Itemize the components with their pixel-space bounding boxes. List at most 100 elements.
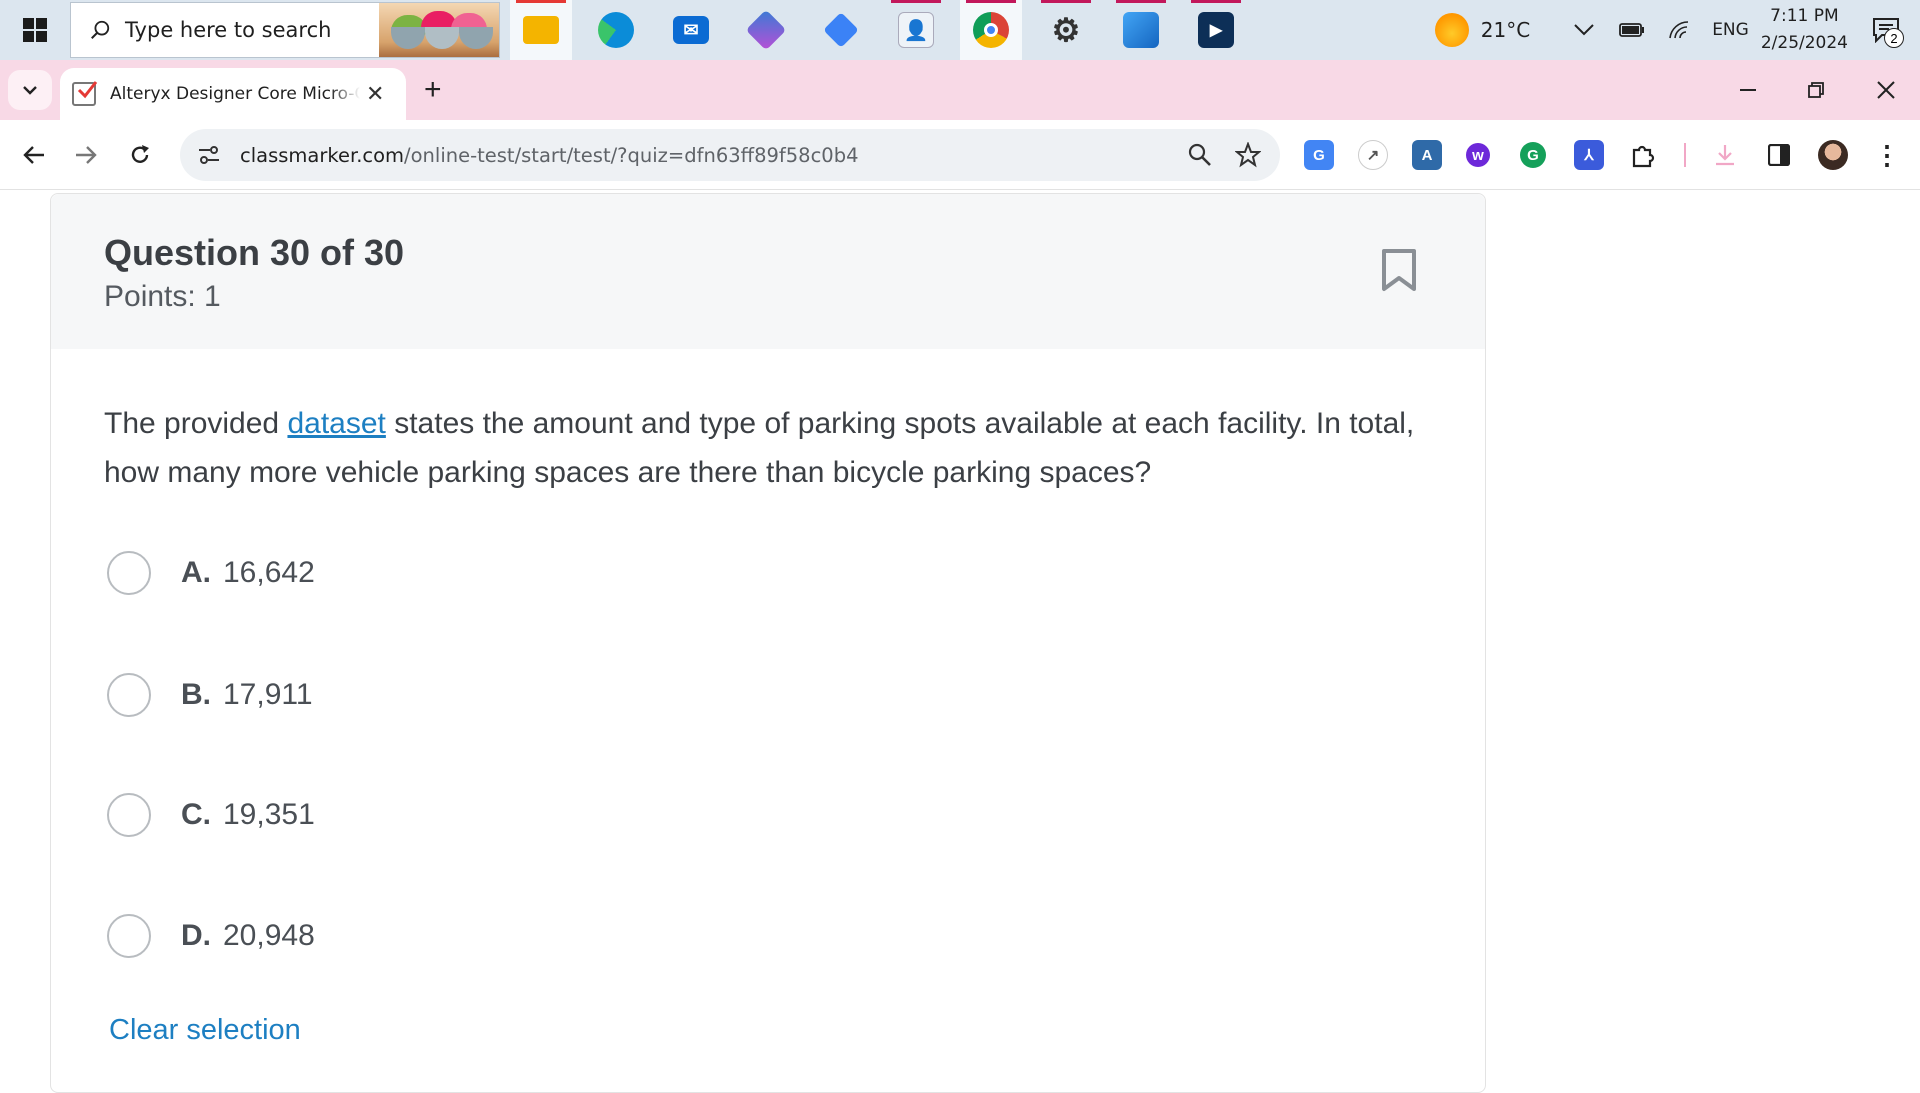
play-icon: ▶ [1198,12,1234,48]
option-letter: D. [181,919,211,952]
download-icon[interactable] [1710,140,1740,170]
start-button[interactable] [0,0,70,60]
google-translate-icon[interactable]: G [1304,140,1334,170]
tab-close-icon[interactable]: ✕ [366,81,384,107]
question-points: Points: 1 [104,280,221,313]
answer-option-d[interactable]: D. 20,948 [107,913,315,959]
browser-toolbar: classmarker.com/online-test/start/test/?… [0,120,1920,190]
extension-graph-icon[interactable]: ↗ [1358,140,1388,170]
minimize-button[interactable] [1714,60,1782,120]
minimize-icon [1740,89,1756,91]
option-letter: A. [181,556,211,589]
weather-widget[interactable]: 21°C [1434,13,1531,47]
extension-people-icon[interactable]: ⅄ [1574,140,1604,170]
option-letter: C. [181,798,211,831]
taskbar: Type here to search ✉ 👤 ⚙ ▶ 21°C ENG 7:1… [0,0,1920,60]
answer-option-c[interactable]: C. 19,351 [107,792,315,838]
search-icon [91,20,110,39]
extension-a-icon[interactable]: A [1412,140,1442,170]
notification-count: 2 [1884,28,1904,48]
taskbar-photos[interactable] [1110,0,1172,60]
extension-w-icon[interactable]: w [1466,143,1490,167]
weather-temperature: 21°C [1480,18,1531,42]
radio-button[interactable] [107,914,151,958]
url-path: /online-test/start/test/?quiz=dfn63ff89f… [404,143,859,167]
extensions-puzzle-icon[interactable] [1628,140,1658,170]
taskbar-copilot[interactable] [735,0,797,60]
contacts-icon: 👤 [898,12,934,48]
clear-selection-link[interactable]: Clear selection [109,1014,301,1047]
clock[interactable]: 7:11 PM 2/25/2024 [1761,3,1848,57]
weather-sun-icon [1434,13,1469,47]
taskbar-chrome[interactable] [960,0,1022,60]
back-button[interactable] [14,135,54,175]
question-header: Question 30 of 30 Points: 1 [51,194,1485,349]
page-content: Question 30 of 30 Points: 1 The provided… [0,191,1920,1093]
restore-icon [1808,82,1824,98]
question-text-start: The provided [104,407,288,440]
close-icon [1877,81,1895,99]
dataset-link[interactable]: dataset [287,407,385,440]
tab-search-button[interactable] [8,70,52,110]
reload-button[interactable] [120,135,160,175]
option-value: 20,948 [223,919,315,952]
option-value: 16,642 [223,556,315,589]
profile-avatar[interactable] [1818,140,1848,170]
question-text: The provided dataset states the amount a… [104,399,1464,497]
side-panel-icon[interactable] [1764,140,1794,170]
taskbar-settings[interactable]: ⚙ [1035,0,1097,60]
grammarly-icon[interactable]: G [1520,142,1546,168]
address-bar[interactable]: classmarker.com/online-test/start/test/?… [180,129,1280,181]
search-placeholder: Type here to search [125,18,332,42]
mail-icon: ✉ [673,16,709,44]
new-tab-button[interactable]: + [424,75,442,105]
forward-button[interactable] [66,135,106,175]
taskbar-app-diamond[interactable] [810,0,872,60]
clock-date: 2/25/2024 [1760,33,1848,53]
bookmark-star-icon[interactable] [1234,141,1262,169]
zoom-icon[interactable] [1186,141,1214,169]
option-value: 17,911 [223,678,313,711]
radio-button[interactable] [107,551,151,595]
tab-title: Alteryx Designer Core Micro-Credential [110,84,360,104]
more-menu-icon[interactable]: ⋮ [1872,140,1902,170]
question-card: Question 30 of 30 Points: 1 The provided… [50,193,1486,1093]
reload-icon [131,145,149,163]
taskbar-mail[interactable]: ✉ [660,0,722,60]
battery-icon[interactable] [1612,10,1652,50]
taskbar-media-player[interactable]: ▶ [1185,0,1247,60]
browser-tab-strip: Alteryx Designer Core Micro-Credential ✕… [0,60,1920,120]
radio-button[interactable] [107,793,151,837]
chevron-down-icon [23,86,37,95]
url-domain: classmarker.com [240,143,405,167]
taskbar-search-box[interactable]: Type here to search [70,2,500,58]
url-text: classmarker.com/online-test/start/test/?… [240,144,859,167]
windows-logo-icon [23,18,47,42]
photos-icon [1123,12,1159,48]
search-highlight-image [379,3,499,57]
edge-icon [598,12,634,48]
answer-option-b[interactable]: B. 17,911 [107,672,313,718]
restore-button[interactable] [1782,60,1850,120]
chevron-up-icon[interactable] [1564,10,1604,50]
option-value: 19,351 [223,798,315,831]
chrome-icon [973,12,1009,48]
classmarker-favicon-icon [72,81,98,106]
taskbar-edge[interactable] [585,0,647,60]
arrow-left-icon [23,146,44,164]
language-indicator[interactable]: ENG [1712,20,1749,40]
taskbar-file-explorer[interactable] [510,0,572,60]
system-tray: 21°C ENG 7:11 PM 2/25/2024 2 [1434,0,1920,60]
browser-tab-active[interactable]: Alteryx Designer Core Micro-Credential ✕ [60,68,406,120]
notification-button[interactable]: 2 [1866,10,1906,50]
arrow-right-icon [76,146,97,164]
close-window-button[interactable] [1852,60,1920,120]
taskbar-contacts[interactable]: 👤 [885,0,947,60]
option-letter: B. [181,678,211,711]
copilot-icon [745,9,787,51]
radio-button[interactable] [107,673,151,717]
site-info-icon[interactable] [196,142,222,168]
answer-option-a[interactable]: A. 16,642 [107,550,315,596]
bookmark-icon[interactable] [1381,248,1417,292]
wifi-icon[interactable] [1660,10,1700,50]
